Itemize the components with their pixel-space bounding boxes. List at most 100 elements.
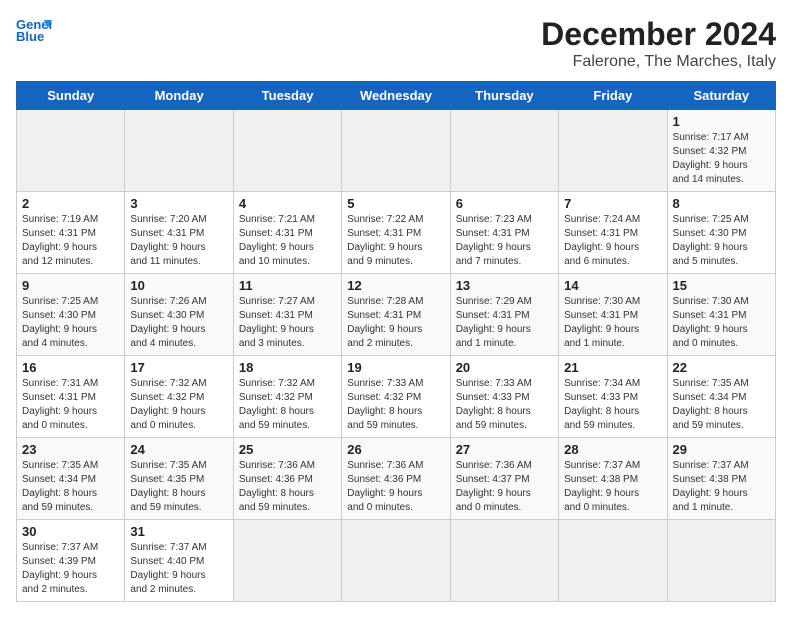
day-info: Sunrise: 7:32 AM Sunset: 4:32 PM Dayligh… [130, 377, 227, 433]
calendar-week-6: 30 Sunrise: 7:37 AM Sunset: 4:39 PM Dayli… [17, 520, 776, 602]
day-number: 29 [673, 442, 770, 457]
calendar-cell: 27 Sunrise: 7:36 AM Sunset: 4:37 PM Dayli… [450, 438, 558, 520]
day-info: Sunrise: 7:37 AM Sunset: 4:38 PM Dayligh… [564, 459, 661, 515]
day-number: 7 [564, 196, 661, 211]
calendar-cell: 26 Sunrise: 7:36 AM Sunset: 4:36 PM Dayli… [342, 438, 450, 520]
calendar-cell: 20 Sunrise: 7:33 AM Sunset: 4:33 PM Dayli… [450, 356, 558, 438]
calendar-week-2: 2 Sunrise: 7:19 AM Sunset: 4:31 PM Daylig… [17, 192, 776, 274]
day-number: 23 [22, 442, 119, 457]
calendar-cell [450, 520, 558, 602]
calendar-cell: 13Sunrise: 7:29 AM Sunset: 4:31 PM Dayli… [450, 274, 558, 356]
day-number: 1 [673, 114, 770, 129]
calendar-cell: 28 Sunrise: 7:37 AM Sunset: 4:38 PM Dayli… [559, 438, 667, 520]
calendar-cell [342, 520, 450, 602]
day-info: Sunrise: 7:30 AM Sunset: 4:31 PM Dayligh… [564, 295, 661, 351]
day-info: Sunrise: 7:29 AM Sunset: 4:31 PM Dayligh… [456, 295, 553, 351]
day-number: 18 [239, 360, 336, 375]
day-number: 5 [347, 196, 444, 211]
calendar-cell: 9Sunrise: 7:25 AM Sunset: 4:30 PM Daylig… [17, 274, 125, 356]
day-info: Sunrise: 7:37 AM Sunset: 4:40 PM Dayligh… [130, 541, 227, 597]
calendar-cell [559, 110, 667, 192]
day-info: Sunrise: 7:36 AM Sunset: 4:36 PM Dayligh… [347, 459, 444, 515]
calendar-cell [233, 520, 341, 602]
calendar-cell: 21 Sunrise: 7:34 AM Sunset: 4:33 PM Dayli… [559, 356, 667, 438]
calendar-cell: 5Sunrise: 7:22 AM Sunset: 4:31 PM Daylig… [342, 192, 450, 274]
day-info: Sunrise: 7:35 AM Sunset: 4:34 PM Dayligh… [22, 459, 119, 515]
calendar-cell: 4Sunrise: 7:21 AM Sunset: 4:31 PM Daylig… [233, 192, 341, 274]
calendar-cell: 18 Sunrise: 7:32 AM Sunset: 4:32 PM Dayli… [233, 356, 341, 438]
calendar-week-3: 9Sunrise: 7:25 AM Sunset: 4:30 PM Daylig… [17, 274, 776, 356]
day-number: 8 [673, 196, 770, 211]
calendar-table: SundayMondayTuesdayWednesdayThursdayFrid… [16, 81, 776, 602]
day-number: 21 [564, 360, 661, 375]
calendar-cell: 23 Sunrise: 7:35 AM Sunset: 4:34 PM Dayli… [17, 438, 125, 520]
calendar-cell: 14 Sunrise: 7:30 AM Sunset: 4:31 PM Dayli… [559, 274, 667, 356]
day-number: 11 [239, 278, 336, 293]
calendar-cell: 30 Sunrise: 7:37 AM Sunset: 4:39 PM Dayli… [17, 520, 125, 602]
calendar-cell: 15Sunrise: 7:30 AM Sunset: 4:31 PM Dayli… [667, 274, 775, 356]
day-number: 14 [564, 278, 661, 293]
day-info: Sunrise: 7:20 AM Sunset: 4:31 PM Dayligh… [130, 213, 227, 269]
calendar-cell: 12Sunrise: 7:28 AM Sunset: 4:31 PM Dayli… [342, 274, 450, 356]
day-number: 19 [347, 360, 444, 375]
calendar-week-4: 16Sunrise: 7:31 AM Sunset: 4:31 PM Dayli… [17, 356, 776, 438]
calendar-cell: 17 Sunrise: 7:32 AM Sunset: 4:32 PM Dayli… [125, 356, 233, 438]
day-info: Sunrise: 7:33 AM Sunset: 4:33 PM Dayligh… [456, 377, 553, 433]
calendar-cell: 8 Sunrise: 7:25 AM Sunset: 4:30 PM Daylig… [667, 192, 775, 274]
day-number: 26 [347, 442, 444, 457]
day-info: Sunrise: 7:25 AM Sunset: 4:30 PM Dayligh… [673, 213, 770, 269]
weekday-header-saturday: Saturday [667, 82, 775, 110]
day-info: Sunrise: 7:37 AM Sunset: 4:39 PM Dayligh… [22, 541, 119, 597]
day-number: 20 [456, 360, 553, 375]
calendar-week-5: 23 Sunrise: 7:35 AM Sunset: 4:34 PM Dayli… [17, 438, 776, 520]
calendar-cell: 1Sunrise: 7:17 AM Sunset: 4:32 PM Daylig… [667, 110, 775, 192]
calendar-cell: 19 Sunrise: 7:33 AM Sunset: 4:32 PM Dayli… [342, 356, 450, 438]
day-info: Sunrise: 7:26 AM Sunset: 4:30 PM Dayligh… [130, 295, 227, 351]
weekday-header-row: SundayMondayTuesdayWednesdayThursdayFrid… [17, 82, 776, 110]
day-info: Sunrise: 7:35 AM Sunset: 4:34 PM Dayligh… [673, 377, 770, 433]
day-info: Sunrise: 7:19 AM Sunset: 4:31 PM Dayligh… [22, 213, 119, 269]
day-info: Sunrise: 7:28 AM Sunset: 4:31 PM Dayligh… [347, 295, 444, 351]
day-info: Sunrise: 7:32 AM Sunset: 4:32 PM Dayligh… [239, 377, 336, 433]
calendar-cell: 29 Sunrise: 7:37 AM Sunset: 4:38 PM Dayli… [667, 438, 775, 520]
calendar-cell: 6 Sunrise: 7:23 AM Sunset: 4:31 PM Daylig… [450, 192, 558, 274]
day-info: Sunrise: 7:35 AM Sunset: 4:35 PM Dayligh… [130, 459, 227, 515]
calendar-cell [450, 110, 558, 192]
calendar-cell: 7 Sunrise: 7:24 AM Sunset: 4:31 PM Daylig… [559, 192, 667, 274]
calendar-cell [17, 110, 125, 192]
day-number: 17 [130, 360, 227, 375]
calendar-cell [233, 110, 341, 192]
calendar-cell: 11Sunrise: 7:27 AM Sunset: 4:31 PM Dayli… [233, 274, 341, 356]
calendar-subtitle: Falerone, The Marches, Italy [541, 53, 776, 71]
calendar-title: December 2024 [541, 16, 776, 53]
day-info: Sunrise: 7:36 AM Sunset: 4:36 PM Dayligh… [239, 459, 336, 515]
day-info: Sunrise: 7:33 AM Sunset: 4:32 PM Dayligh… [347, 377, 444, 433]
weekday-header-thursday: Thursday [450, 82, 558, 110]
weekday-header-monday: Monday [125, 82, 233, 110]
day-number: 3 [130, 196, 227, 211]
day-number: 27 [456, 442, 553, 457]
calendar-cell [342, 110, 450, 192]
day-number: 2 [22, 196, 119, 211]
svg-text:Blue: Blue [16, 29, 44, 44]
day-info: Sunrise: 7:24 AM Sunset: 4:31 PM Dayligh… [564, 213, 661, 269]
calendar-week-1: 1Sunrise: 7:17 AM Sunset: 4:32 PM Daylig… [17, 110, 776, 192]
day-number: 10 [130, 278, 227, 293]
day-info: Sunrise: 7:36 AM Sunset: 4:37 PM Dayligh… [456, 459, 553, 515]
logo: General Blue [16, 16, 52, 44]
day-number: 30 [22, 524, 119, 539]
day-number: 9 [22, 278, 119, 293]
calendar-cell: 3 Sunrise: 7:20 AM Sunset: 4:31 PM Daylig… [125, 192, 233, 274]
calendar-cell: 25 Sunrise: 7:36 AM Sunset: 4:36 PM Dayli… [233, 438, 341, 520]
calendar-cell [559, 520, 667, 602]
logo-icon: General Blue [16, 16, 52, 44]
day-info: Sunrise: 7:23 AM Sunset: 4:31 PM Dayligh… [456, 213, 553, 269]
calendar-cell: 2 Sunrise: 7:19 AM Sunset: 4:31 PM Daylig… [17, 192, 125, 274]
weekday-header-sunday: Sunday [17, 82, 125, 110]
day-number: 6 [456, 196, 553, 211]
day-info: Sunrise: 7:34 AM Sunset: 4:33 PM Dayligh… [564, 377, 661, 433]
weekday-header-wednesday: Wednesday [342, 82, 450, 110]
day-info: Sunrise: 7:37 AM Sunset: 4:38 PM Dayligh… [673, 459, 770, 515]
day-number: 25 [239, 442, 336, 457]
day-number: 28 [564, 442, 661, 457]
